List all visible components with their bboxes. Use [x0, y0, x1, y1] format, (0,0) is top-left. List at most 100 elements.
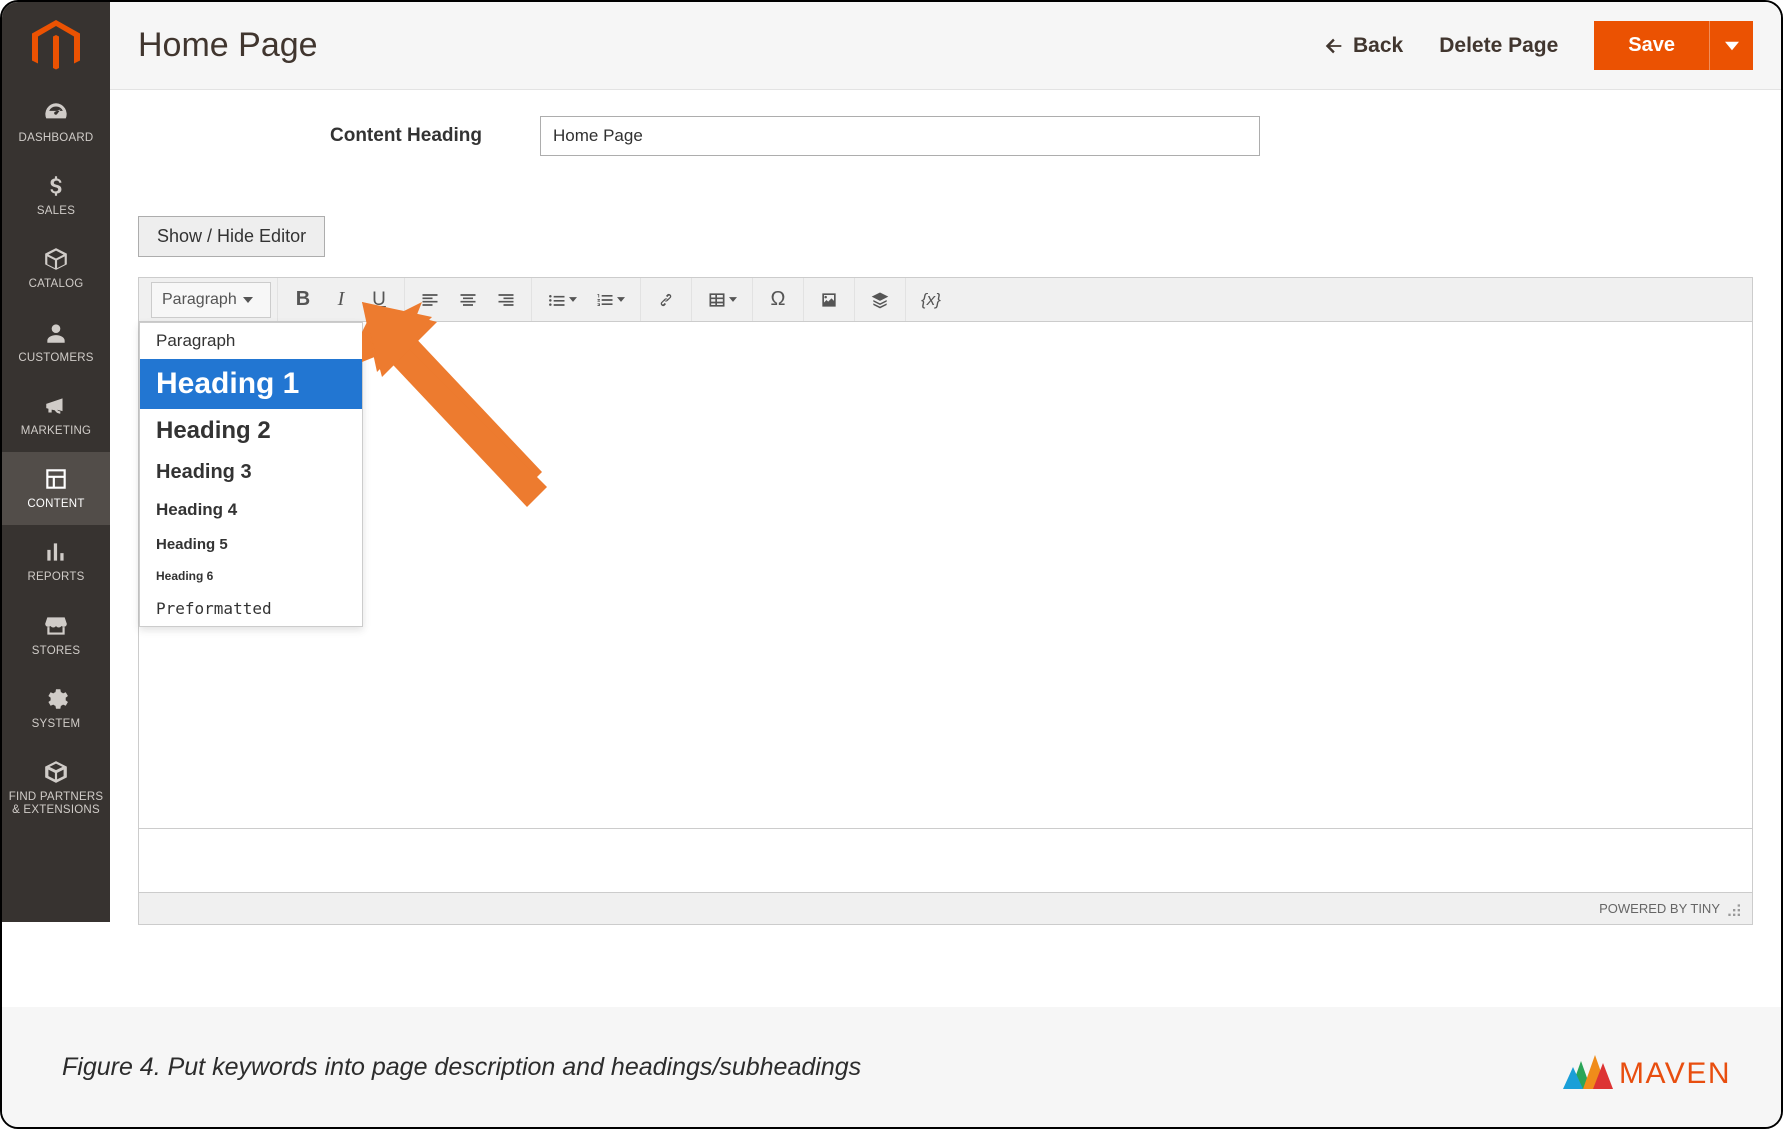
nav-reports[interactable]: REPORTS	[2, 525, 110, 598]
italic-icon: I	[338, 288, 345, 311]
format-option-paragraph[interactable]: Paragraph	[140, 323, 362, 359]
content-heading-input[interactable]	[540, 116, 1260, 156]
nav-label: CONTENT	[27, 498, 84, 511]
link-icon	[656, 290, 676, 310]
nav-label: FIND PARTNERS & EXTENSIONS	[6, 791, 106, 817]
nav-label: STORES	[32, 645, 80, 658]
format-option-heading2[interactable]: Heading 2	[140, 409, 362, 453]
image-icon	[819, 290, 839, 310]
table-button[interactable]	[698, 282, 746, 318]
align-left-button[interactable]	[411, 282, 449, 318]
save-dropdown-toggle[interactable]	[1709, 21, 1753, 70]
caret-down-icon	[1725, 39, 1739, 53]
image-button[interactable]	[810, 282, 848, 318]
divider	[138, 828, 1753, 829]
nav-label: MARKETING	[21, 425, 91, 438]
powered-by-label: POWERED BY TINY	[1599, 901, 1720, 916]
back-label: Back	[1353, 34, 1403, 58]
caret-down-icon	[569, 297, 577, 302]
back-button[interactable]: Back	[1323, 34, 1403, 58]
bullet-list-icon	[547, 290, 567, 310]
nav-customers[interactable]: CUSTOMERS	[2, 306, 110, 379]
content-area: Content Heading Show / Hide Editor Parag…	[110, 90, 1781, 918]
align-left-icon	[420, 290, 440, 310]
delete-page-button[interactable]: Delete Page	[1439, 34, 1558, 58]
format-option-heading3[interactable]: Heading 3	[140, 453, 362, 492]
toggle-editor-button[interactable]: Show / Hide Editor	[138, 216, 325, 257]
nav-label: CATALOG	[29, 278, 84, 291]
nav-stores[interactable]: STORES	[2, 599, 110, 672]
nav-sales[interactable]: SALES	[2, 159, 110, 232]
figure-caption-bar: Figure 4. Put keywords into page descrip…	[2, 1007, 1781, 1127]
gauge-icon	[43, 100, 69, 126]
bar-chart-icon	[43, 539, 69, 565]
underline-icon: U	[372, 289, 386, 311]
editor-toolbar: Paragraph B I U	[139, 278, 1752, 322]
megaphone-icon	[43, 393, 69, 419]
nav-content[interactable]: CONTENT	[2, 452, 110, 525]
align-right-icon	[496, 290, 516, 310]
save-button-group: Save	[1594, 21, 1753, 70]
puzzle-icon	[43, 759, 69, 785]
nav-catalog[interactable]: CATALOG	[2, 232, 110, 305]
format-select[interactable]: Paragraph	[151, 282, 271, 318]
person-icon	[43, 320, 69, 346]
link-button[interactable]	[647, 282, 685, 318]
nav-label: CUSTOMERS	[18, 352, 93, 365]
align-center-icon	[458, 290, 478, 310]
number-list-button[interactable]	[586, 282, 634, 318]
format-option-heading5[interactable]: Heading 5	[140, 528, 362, 561]
magento-logo-icon	[32, 20, 80, 68]
layout-icon	[43, 466, 69, 492]
delete-label: Delete Page	[1439, 34, 1558, 58]
nav-partners[interactable]: FIND PARTNERS & EXTENSIONS	[2, 745, 110, 831]
resize-grip-icon[interactable]	[1726, 902, 1740, 916]
number-list-icon	[595, 290, 615, 310]
gear-icon	[43, 686, 69, 712]
editor-canvas[interactable]: Paragraph Heading 1 Heading 2 Heading 3 …	[139, 322, 1752, 892]
nav-system[interactable]: SYSTEM	[2, 672, 110, 745]
variable-button[interactable]: {x}	[912, 282, 950, 318]
nav-dashboard[interactable]: DASHBOARD	[2, 86, 110, 159]
nav-label: DASHBOARD	[19, 132, 94, 145]
page-header: Home Page Back Delete Page Save	[110, 2, 1781, 90]
bold-button[interactable]: B	[284, 282, 322, 318]
save-button[interactable]: Save	[1594, 21, 1709, 70]
content-heading-label: Content Heading	[330, 125, 540, 147]
bold-icon: B	[296, 288, 310, 311]
nav-label: REPORTS	[28, 571, 85, 584]
maven-logo-icon	[1563, 1049, 1613, 1099]
format-option-preformatted[interactable]: Preformatted	[140, 591, 362, 626]
editor-footer: POWERED BY TINY	[139, 892, 1752, 924]
bullet-list-button[interactable]	[538, 282, 586, 318]
figure-caption: Figure 4. Put keywords into page descrip…	[62, 1053, 861, 1082]
nav-marketing[interactable]: MARKETING	[2, 379, 110, 452]
maven-logo-text: maven	[1619, 1057, 1731, 1091]
content-heading-field: Content Heading	[330, 116, 1781, 156]
format-option-heading6[interactable]: Heading 6	[140, 561, 362, 591]
maven-logo: maven	[1563, 1049, 1731, 1099]
nav-label: SYSTEM	[32, 718, 81, 731]
arrow-left-icon	[1323, 35, 1345, 57]
table-icon	[707, 290, 727, 310]
layers-icon	[870, 290, 890, 310]
dollar-icon	[43, 173, 69, 199]
special-char-button[interactable]: Ω	[759, 282, 797, 318]
format-select-value: Paragraph	[162, 291, 237, 309]
caret-down-icon	[617, 297, 625, 302]
storefront-icon	[43, 613, 69, 639]
caret-down-icon	[729, 297, 737, 302]
underline-button[interactable]: U	[360, 282, 398, 318]
caret-down-icon	[243, 297, 253, 303]
format-dropdown: Paragraph Heading 1 Heading 2 Heading 3 …	[139, 322, 363, 627]
format-option-heading4[interactable]: Heading 4	[140, 492, 362, 528]
format-option-heading1[interactable]: Heading 1	[140, 359, 362, 409]
omega-icon: Ω	[771, 288, 786, 311]
italic-button[interactable]: I	[322, 282, 360, 318]
align-right-button[interactable]	[487, 282, 525, 318]
align-center-button[interactable]	[449, 282, 487, 318]
variable-icon: {x}	[921, 290, 941, 310]
nav-label: SALES	[37, 205, 75, 218]
widget-button[interactable]	[861, 282, 899, 318]
admin-sidebar: DASHBOARD SALES CATALOG CUSTOMERS MARKET…	[2, 2, 110, 922]
